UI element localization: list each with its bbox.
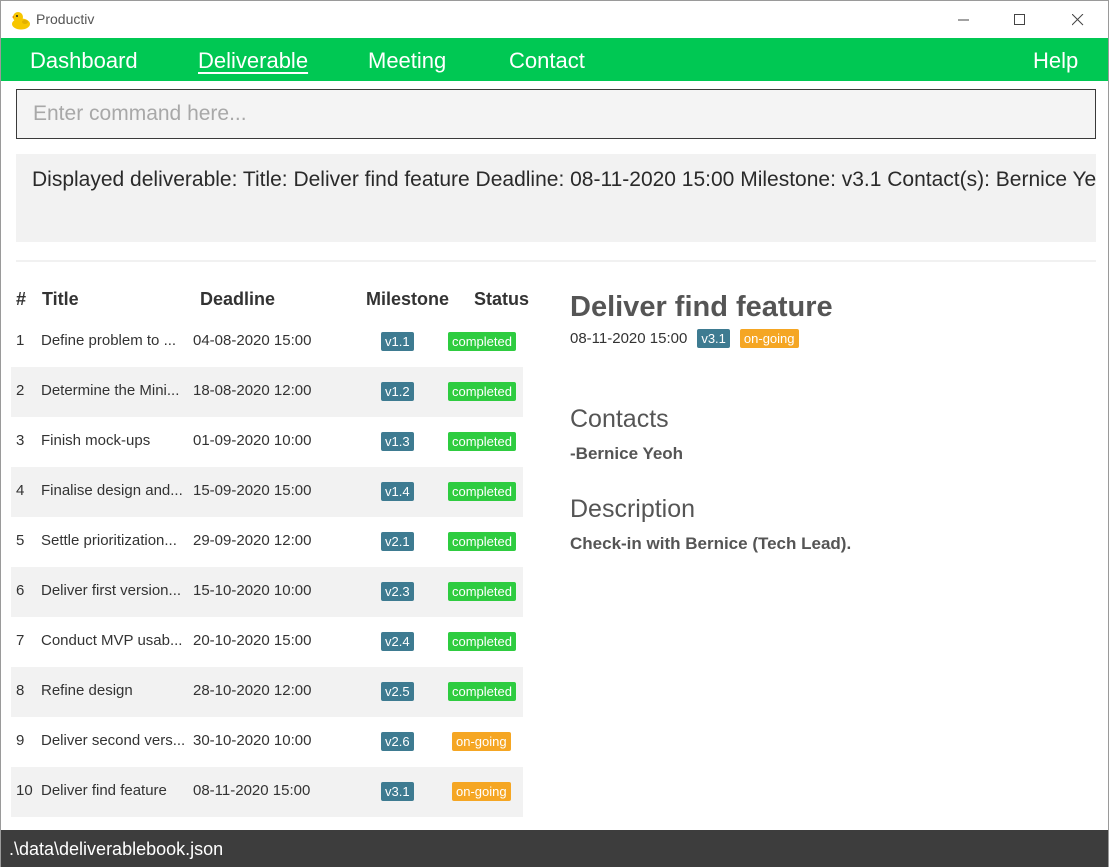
description-value: Check-in with Bernice (Tech Lead). — [570, 534, 852, 553]
minimize-button[interactable] — [935, 1, 993, 38]
milestone-badge: v2.3 — [381, 582, 414, 601]
command-input[interactable] — [33, 102, 1079, 126]
milestone-badge: v2.4 — [381, 632, 414, 651]
row-index: 2 — [16, 382, 25, 399]
row-title: Deliver second vers... — [41, 732, 186, 749]
milestone-badge: v2.6 — [381, 732, 414, 751]
list-item[interactable]: 8 Refine design 28-10-2020 12:00 v2.5 co… — [11, 667, 523, 717]
row-index: 1 — [16, 332, 25, 349]
status-badge: completed — [448, 332, 516, 351]
row-deadline: 18-08-2020 12:00 — [193, 382, 312, 399]
menu-dashboard[interactable]: Dashboard — [30, 48, 138, 74]
milestone-badge: v1.3 — [381, 432, 414, 451]
duck-icon — [12, 12, 30, 30]
row-deadline: 15-09-2020 15:00 — [193, 482, 312, 499]
row-title: Finalise design and... — [41, 482, 183, 499]
maximize-icon — [1014, 13, 1025, 25]
row-index: 4 — [16, 482, 25, 499]
close-button[interactable] — [1049, 1, 1107, 38]
menu-contact[interactable]: Contact — [509, 48, 585, 74]
row-index: 10 — [16, 782, 33, 799]
row-deadline: 15-10-2020 10:00 — [193, 582, 312, 599]
status-badge: on-going — [452, 732, 511, 751]
list-item[interactable]: 1 Define problem to ... 04-08-2020 15:00… — [11, 317, 523, 367]
contacts-value: -Bernice Yeoh — [570, 444, 684, 463]
detail-meta: 08-11-2020 15:00 v3.1 on-going — [570, 329, 799, 348]
close-icon — [1072, 13, 1084, 25]
minimize-icon — [958, 19, 969, 20]
menu-meeting[interactable]: Meeting — [368, 48, 446, 74]
row-index: 9 — [16, 732, 25, 749]
row-index: 5 — [16, 532, 25, 549]
header-title: Title — [42, 289, 79, 309]
detail-milestone-badge: v3.1 — [697, 329, 730, 348]
status-badge: completed — [448, 682, 516, 701]
milestone-badge: v1.2 — [381, 382, 414, 401]
header-deadline: Deadline — [200, 289, 276, 309]
row-title: Define problem to ... — [41, 332, 177, 349]
list-header: # Title Deadline Milestone Status — [1, 289, 541, 315]
status-badge: on-going — [452, 782, 511, 801]
description-heading: Description — [570, 495, 696, 523]
list-item[interactable]: 7 Conduct MVP usab... 20-10-2020 15:00 v… — [11, 617, 523, 667]
status-badge: completed — [448, 482, 516, 501]
app-window: Productiv Dashboard Deliverable Meeting … — [0, 0, 1109, 867]
title-bar: Productiv — [1, 1, 1108, 38]
result-display[interactable]: Displayed deliverable: Title: Deliver fi… — [16, 154, 1096, 242]
list-item[interactable]: 9 Deliver second vers... 30-10-2020 10:0… — [11, 717, 523, 767]
status-badge: completed — [448, 582, 516, 601]
list-item[interactable]: 10 Deliver find feature 08-11-2020 15:00… — [11, 767, 523, 817]
milestone-badge: v1.1 — [381, 332, 414, 351]
row-deadline: 30-10-2020 10:00 — [193, 732, 312, 749]
row-deadline: 08-11-2020 15:00 — [193, 782, 311, 799]
milestone-badge: v2.5 — [381, 682, 414, 701]
menu-bar: Dashboard Deliverable Meeting Contact He… — [1, 38, 1108, 81]
row-title: Determine the Mini... — [41, 382, 180, 399]
detail-title: Deliver find feature — [570, 291, 833, 323]
list-item[interactable]: 3 Finish mock-ups 01-09-2020 10:00 v1.3 … — [11, 417, 523, 467]
header-index: # — [16, 289, 27, 309]
row-index: 8 — [16, 682, 25, 699]
status-badge: completed — [448, 432, 516, 451]
status-bar: .\data\deliverablebook.json — [1, 830, 1108, 867]
list-item[interactable]: 6 Deliver first version... 15-10-2020 10… — [11, 567, 523, 617]
row-title: Conduct MVP usab... — [41, 632, 183, 649]
maximize-button[interactable] — [991, 1, 1049, 38]
menu-help[interactable]: Help — [1033, 48, 1078, 74]
save-path: .\data\deliverablebook.json — [9, 839, 224, 859]
row-index: 3 — [16, 432, 25, 449]
window-title: Productiv — [36, 11, 95, 27]
row-deadline: 04-08-2020 15:00 — [193, 332, 312, 349]
row-title: Settle prioritization... — [41, 532, 177, 549]
row-title: Deliver first version... — [41, 582, 182, 599]
detail-deadline: 08-11-2020 15:00 — [570, 330, 688, 347]
row-deadline: 20-10-2020 15:00 — [193, 632, 312, 649]
list-item[interactable]: 4 Finalise design and... 15-09-2020 15:0… — [11, 467, 523, 517]
menu-deliverable[interactable]: Deliverable — [198, 48, 308, 74]
status-badge: completed — [448, 382, 516, 401]
divider — [16, 260, 1096, 262]
contacts-heading: Contacts — [570, 405, 669, 433]
command-box[interactable] — [16, 89, 1096, 139]
result-text: Displayed deliverable: Title: Deliver fi… — [32, 168, 1096, 191]
status-badge: completed — [448, 532, 516, 551]
milestone-badge: v2.1 — [381, 532, 414, 551]
row-index: 6 — [16, 582, 25, 599]
detail-status-badge: on-going — [739, 329, 799, 348]
row-title: Finish mock-ups — [41, 432, 151, 449]
row-title: Refine design — [41, 682, 133, 699]
header-status: Status — [474, 289, 530, 309]
row-title: Deliver find feature — [41, 782, 167, 799]
list-item[interactable]: 2 Determine the Mini... 18-08-2020 12:00… — [11, 367, 523, 417]
row-deadline: 28-10-2020 12:00 — [193, 682, 312, 699]
row-index: 7 — [16, 632, 25, 649]
row-deadline: 29-09-2020 12:00 — [193, 532, 312, 549]
list-item[interactable]: 5 Settle prioritization... 29-09-2020 12… — [11, 517, 523, 567]
milestone-badge: v1.4 — [381, 482, 414, 501]
status-badge: completed — [448, 632, 516, 651]
header-milestone: Milestone — [366, 289, 450, 309]
row-deadline: 01-09-2020 10:00 — [193, 432, 312, 449]
milestone-badge: v3.1 — [381, 782, 414, 801]
